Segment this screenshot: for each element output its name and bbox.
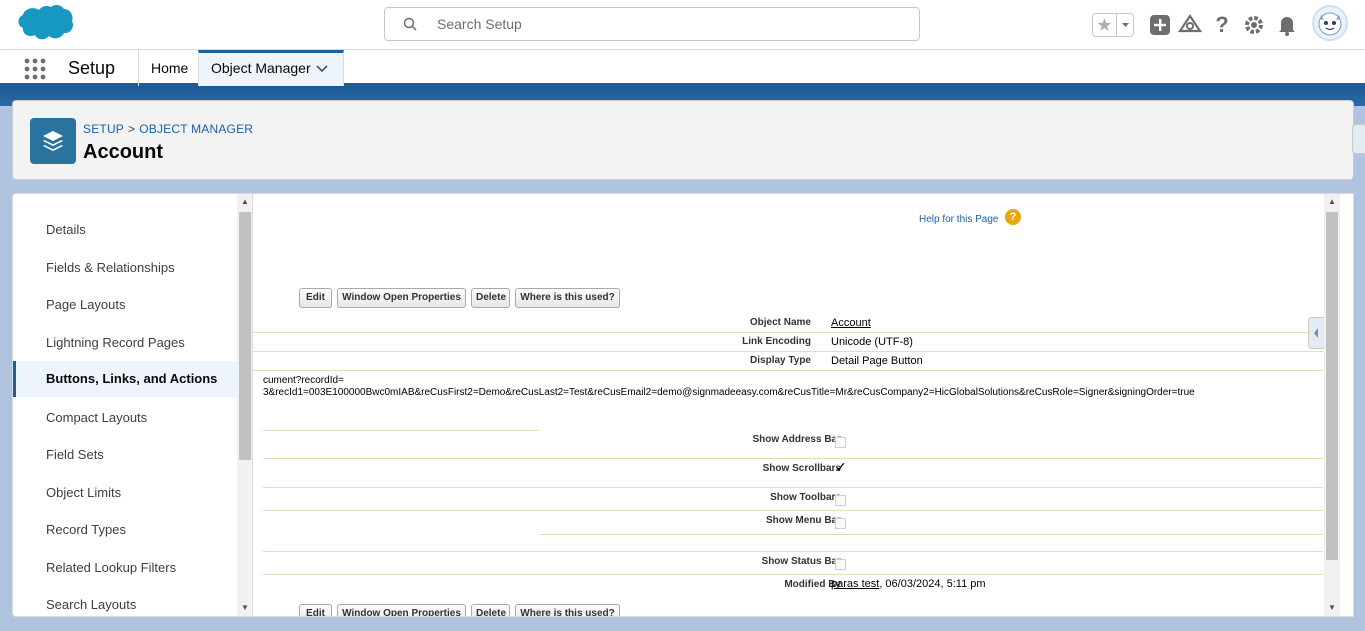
delete-button-bottom[interactable]: Delete bbox=[471, 604, 510, 616]
salesforce-logo[interactable] bbox=[14, 4, 74, 44]
sidebar-scroll-thumb[interactable] bbox=[239, 212, 251, 460]
sidebar-item-search-layouts[interactable]: Search Layouts bbox=[13, 587, 237, 616]
show-address-bar-checkbox bbox=[835, 437, 846, 448]
layers-icon bbox=[43, 131, 63, 151]
where-is-this-used-button-bottom[interactable]: Where is this used? bbox=[515, 604, 620, 616]
modified-by-value: paras test, 06/03/2024, 5:11 pm bbox=[831, 578, 986, 590]
sidebar-item-details[interactable]: Details bbox=[13, 212, 237, 248]
divider bbox=[263, 487, 1323, 488]
show-scrollbars-label: Show Scrollbars bbox=[762, 463, 841, 474]
sidebar-scrollbar[interactable]: ▲ ▼ bbox=[237, 194, 252, 616]
breadcrumb-object-manager-link[interactable]: OBJECT MANAGER bbox=[139, 122, 253, 136]
tab-object-manager-label: Object Manager bbox=[211, 60, 311, 76]
link-encoding-value: Unicode (UTF-8) bbox=[831, 336, 913, 348]
main-scroll-thumb[interactable] bbox=[1326, 212, 1338, 560]
main-content-frame: Help for this Page ? Edit Window Open Pr… bbox=[253, 193, 1354, 617]
global-actions-add-icon[interactable] bbox=[1148, 13, 1172, 37]
detail-row-display-type: Display Type Detail Page Button bbox=[253, 352, 1323, 371]
detail-row-object-name: Object Name Account bbox=[253, 314, 1323, 333]
show-toolbars-checkbox bbox=[835, 495, 846, 506]
object-name-link[interactable]: Account bbox=[831, 317, 871, 329]
notifications-bell-icon[interactable] bbox=[1275, 13, 1299, 37]
sidebar-item-page-layouts[interactable]: Page Layouts bbox=[13, 287, 237, 323]
object-sidebar: Details Fields & Relationships Page Layo… bbox=[12, 193, 253, 617]
favorites-star-icon[interactable]: ★ bbox=[1093, 14, 1117, 36]
link-encoding-label: Link Encoding bbox=[742, 336, 811, 347]
trailhead-guidance-icon[interactable] bbox=[1178, 13, 1202, 37]
scroll-up-arrow-icon[interactable]: ▲ bbox=[237, 194, 252, 210]
edit-button[interactable]: Edit bbox=[299, 288, 332, 308]
setup-gear-icon[interactable] bbox=[1242, 13, 1266, 37]
page-title: Account bbox=[83, 141, 163, 163]
object-manager-icon bbox=[30, 118, 76, 164]
show-address-bar-label: Show Address Bar bbox=[752, 434, 841, 445]
scroll-up-arrow-icon[interactable]: ▲ bbox=[1324, 194, 1340, 210]
sidebar-item-related-lookup-filters[interactable]: Related Lookup Filters bbox=[13, 550, 237, 586]
where-is-this-used-button[interactable]: Where is this used? bbox=[515, 288, 620, 308]
modified-by-date: , 06/03/2024, 5:11 pm bbox=[879, 578, 986, 590]
show-scrollbars-checkmark-icon: ✓ bbox=[835, 459, 847, 475]
breadcrumb-separator: > bbox=[128, 122, 136, 136]
show-menu-bar-checkbox bbox=[835, 518, 846, 529]
button-url-line-2: 3&recId1=003E100000Bwc0mIAB&reCusFirst2=… bbox=[263, 387, 1195, 398]
edit-button-bottom[interactable]: Edit bbox=[299, 604, 332, 616]
sidebar-item-field-sets[interactable]: Field Sets bbox=[13, 437, 237, 473]
delete-button[interactable]: Delete bbox=[471, 288, 510, 308]
display-type-label: Display Type bbox=[750, 355, 811, 366]
show-toolbars-label: Show Toolbars bbox=[770, 492, 841, 503]
favorites-dropdown-icon[interactable] bbox=[1118, 14, 1133, 36]
window-open-properties-button-bottom[interactable]: Window Open Properties bbox=[337, 604, 466, 616]
sidebar-item-fields-relationships[interactable]: Fields & Relationships bbox=[13, 250, 237, 286]
sidebar-item-record-types[interactable]: Record Types bbox=[13, 512, 237, 548]
help-for-this-page-link[interactable]: Help for this Page bbox=[919, 214, 999, 225]
divider bbox=[263, 510, 1323, 511]
object-name-label: Object Name bbox=[749, 317, 811, 328]
tab-home[interactable]: Home bbox=[138, 50, 199, 86]
app-navigation-bar: Setup Home Object Manager bbox=[0, 50, 1365, 86]
favorites-group: ★ bbox=[1092, 13, 1134, 37]
chevron-down-icon[interactable] bbox=[315, 62, 329, 76]
search-icon bbox=[403, 17, 417, 31]
page-header: SETUP > OBJECT MANAGER Account bbox=[12, 100, 1354, 180]
divider bbox=[263, 551, 1323, 552]
help-icon[interactable]: ? bbox=[1210, 13, 1234, 37]
breadcrumb-setup-link[interactable]: SETUP bbox=[83, 122, 124, 136]
sidebar-item-lightning-record-pages[interactable]: Lightning Record Pages bbox=[13, 325, 237, 361]
panel-toggle-tab[interactable] bbox=[1352, 124, 1365, 154]
collapse-panel-tab[interactable] bbox=[1308, 317, 1324, 349]
sidebar-item-object-limits[interactable]: Object Limits bbox=[13, 475, 237, 511]
divider bbox=[539, 534, 1323, 535]
button-url-line-1: cument?recordId= bbox=[263, 375, 344, 386]
show-status-bar-checkbox bbox=[835, 559, 846, 570]
app-name: Setup bbox=[68, 58, 116, 78]
user-avatar[interactable] bbox=[1312, 5, 1348, 41]
show-status-bar-label: Show Status Bar bbox=[761, 556, 841, 567]
astro-avatar-icon bbox=[1318, 12, 1342, 36]
scroll-down-arrow-icon[interactable]: ▼ bbox=[237, 600, 252, 616]
window-open-properties-button[interactable]: Window Open Properties bbox=[337, 288, 466, 308]
sidebar-item-buttons-links-actions[interactable]: Buttons, Links, and Actions bbox=[13, 361, 237, 397]
app-launcher-icon[interactable] bbox=[24, 58, 46, 80]
chevron-left-icon bbox=[1314, 328, 1318, 338]
sidebar-item-compact-layouts[interactable]: Compact Layouts bbox=[13, 400, 237, 436]
main-scrollbar[interactable]: ▲ ▼ bbox=[1324, 194, 1340, 616]
global-header: ★ ? bbox=[0, 0, 1365, 50]
detail-row-link-encoding: Link Encoding Unicode (UTF-8) bbox=[253, 333, 1323, 352]
help-question-icon[interactable]: ? bbox=[1005, 209, 1021, 225]
divider bbox=[263, 430, 539, 431]
tab-object-manager[interactable]: Object Manager bbox=[198, 50, 344, 86]
modified-by-user-link[interactable]: paras test bbox=[831, 578, 879, 590]
show-menu-bar-label: Show Menu Bar bbox=[765, 515, 841, 526]
breadcrumb: SETUP > OBJECT MANAGER bbox=[83, 122, 253, 136]
search-input[interactable] bbox=[437, 14, 907, 34]
search-setup-box[interactable] bbox=[384, 7, 920, 41]
scroll-down-arrow-icon[interactable]: ▼ bbox=[1324, 600, 1340, 616]
divider bbox=[263, 574, 1323, 575]
display-type-value: Detail Page Button bbox=[831, 355, 923, 367]
divider bbox=[263, 458, 1323, 459]
